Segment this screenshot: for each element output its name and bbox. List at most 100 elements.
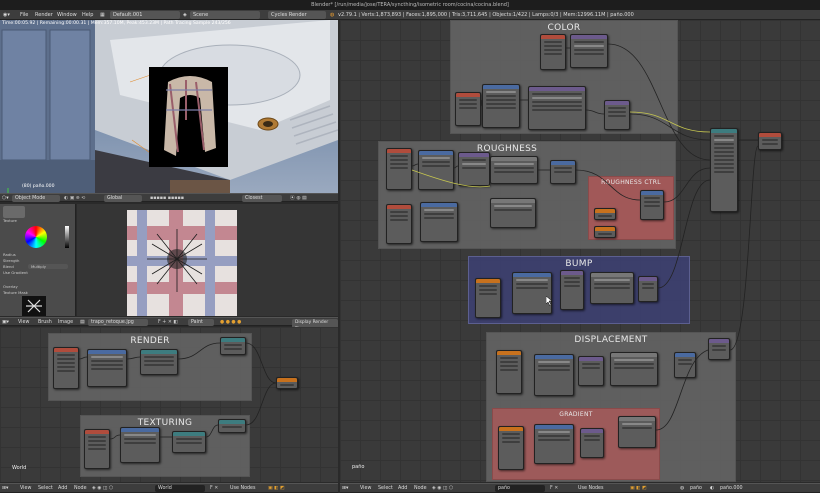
mapping-node-2[interactable] <box>120 427 160 463</box>
bump-colorramp-node[interactable] <box>590 272 634 304</box>
world-menu-view[interactable]: View <box>20 485 31 492</box>
paint-mode-dropdown[interactable]: Paint <box>188 319 214 326</box>
viewport-3d[interactable]: Time:00:05.92 | Remaining:00:00.31 | Mem… <box>0 20 338 193</box>
scene-icon[interactable]: ◈ <box>183 11 187 19</box>
bump-texcoord-node[interactable] <box>475 278 501 318</box>
world-datablock-field[interactable]: World <box>155 485 205 492</box>
brush-preview-icon[interactable] <box>3 206 25 218</box>
rough-colorramp-node-2[interactable] <box>490 198 536 228</box>
layer-buttons[interactable]: ▪▪▪▪▪ ▪▪▪▪▪ <box>150 195 184 202</box>
shading-icons[interactable]: ◐ ▣ ⊕ ⟲ <box>64 195 85 202</box>
rough-image-node[interactable] <box>458 152 490 186</box>
world-menu-add[interactable]: Add <box>58 485 67 492</box>
mapping-node[interactable] <box>87 349 127 387</box>
node-editor-type-icon-2[interactable]: ⊞▾ <box>342 485 348 492</box>
menu-window[interactable]: Window <box>57 11 77 19</box>
color-uv-node[interactable] <box>540 34 566 70</box>
menu-image[interactable]: Image <box>58 319 73 326</box>
menu-file[interactable]: File <box>20 11 28 19</box>
background-node[interactable] <box>218 419 246 433</box>
disp-colorramp-node[interactable] <box>610 352 658 386</box>
world-menu-select[interactable]: Select <box>38 485 53 492</box>
object-mode-dropdown[interactable]: Object Mode <box>12 195 60 202</box>
world-output-node[interactable] <box>276 377 298 389</box>
material-sphere-icon[interactable]: ◐ <box>710 485 714 492</box>
material-output-node[interactable] <box>758 132 782 150</box>
color-wheel[interactable] <box>25 226 47 248</box>
bump-image-node[interactable] <box>560 270 584 310</box>
world-menu-node[interactable]: Node <box>74 485 87 492</box>
world-use-nodes-checkbox[interactable]: Use Nodes <box>230 485 256 492</box>
orientation-dropdown[interactable]: Global <box>104 195 142 202</box>
render-engine-dropdown[interactable]: Cycles Render <box>268 11 326 19</box>
scene-field[interactable]: Scene <box>190 11 260 19</box>
principled-bsdf-node[interactable] <box>710 128 738 212</box>
editor-type-icon[interactable]: ▣▾ <box>2 319 9 326</box>
material-slot-label[interactable]: paño <box>690 485 702 492</box>
image-browse-icon[interactable]: ▤ <box>80 319 85 326</box>
texture-mask-panel[interactable]: Texture Mask <box>3 290 28 295</box>
menu-help[interactable]: Help <box>82 11 93 19</box>
disp-mix-node[interactable] <box>708 338 730 360</box>
blender-logo-icon[interactable]: ◉▾ <box>3 11 10 19</box>
mat-datablock-icons[interactable]: F ✕ <box>550 485 558 492</box>
disp-mapping-node[interactable] <box>534 354 574 396</box>
strength-row[interactable]: Strength <box>3 258 19 263</box>
rough-colorramp-node[interactable] <box>490 156 538 184</box>
material-name-label[interactable]: paño.000 <box>720 485 743 492</box>
grad-mapping-node[interactable] <box>534 424 574 464</box>
bump-node[interactable] <box>638 276 658 302</box>
node-editor-type-icon[interactable]: ⊞▾ <box>2 485 8 492</box>
channel-icons[interactable]: ● ● ● ● <box>220 319 241 326</box>
mat-menu-node[interactable]: Node <box>414 485 427 492</box>
rough-texcoord-node-2[interactable] <box>386 204 412 244</box>
light-path-node[interactable] <box>140 349 178 375</box>
snap-target-dropdown[interactable]: Closest <box>242 195 282 202</box>
mat-menu-add[interactable]: Add <box>398 485 407 492</box>
mat-slot-icon[interactable]: ◍ <box>680 485 684 492</box>
rough-ctrl-math-node[interactable] <box>640 190 664 220</box>
image-editor[interactable] <box>77 204 338 316</box>
disp-image-node[interactable] <box>578 356 604 386</box>
mat-shader-type-icons[interactable]: ◈ ◉ ◫ ⬡ <box>432 485 453 492</box>
grad-colorramp-node[interactable] <box>618 416 656 448</box>
world-datablock-icons[interactable]: F ✕ <box>210 485 218 492</box>
menu-view[interactable]: View <box>18 319 29 326</box>
use-gradient-checkbox[interactable]: Use Gradient <box>3 270 28 275</box>
menu-brush[interactable]: Brush <box>38 319 52 326</box>
mat-datablock-field[interactable]: paño <box>495 485 545 492</box>
radius-row[interactable]: Radius <box>3 252 16 257</box>
texture-coordinate-node[interactable] <box>53 347 79 389</box>
mat-menu-view[interactable]: View <box>360 485 371 492</box>
screen-layout-field[interactable]: Default.001 <box>110 11 180 19</box>
rough-ctrl-value-node-2[interactable] <box>594 226 616 238</box>
color-mapping-node[interactable] <box>482 84 520 128</box>
color-image-node[interactable] <box>528 86 586 130</box>
image-name-field[interactable]: trapo_retoque.jpg <box>88 319 148 326</box>
disp-math-node[interactable] <box>674 352 696 378</box>
environment-texture-node[interactable] <box>172 431 206 453</box>
rough-ctrl-value-node[interactable] <box>594 208 616 220</box>
mix-shader-node[interactable] <box>220 337 246 355</box>
world-backdrop-icons[interactable]: ▣ ◧ ◩ <box>268 485 285 492</box>
material-node-editor[interactable]: COLOR ROUGHNESS ROUGHNESS CTRL BUMP DISP… <box>340 20 820 482</box>
rough-math-node[interactable] <box>550 160 576 184</box>
menu-render[interactable]: Render <box>35 11 53 19</box>
blend-dropdown[interactable]: Multiply <box>28 264 68 269</box>
color-mix-node[interactable] <box>604 100 630 130</box>
viewport-type-icon[interactable]: ⬡▾ <box>2 195 9 202</box>
color-image-texture-node[interactable] <box>570 34 608 68</box>
shader-type-icons[interactable]: ◈ ◉ ◫ ⬡ <box>92 485 113 492</box>
mat-backdrop-icons[interactable]: ▣ ◧ ◩ <box>630 485 647 492</box>
grad-texcoord-node[interactable] <box>498 426 524 470</box>
rough-mapping-node[interactable] <box>418 150 454 190</box>
texture-coordinate-node-2[interactable] <box>84 429 110 469</box>
bump-mapping-node[interactable] <box>512 272 552 314</box>
image-action-icons[interactable]: F + ✕ ◧ <box>158 319 178 326</box>
grad-texture-node[interactable] <box>580 428 604 458</box>
render-button-icon[interactable]: ⦿ ◍ ▤ <box>290 195 307 202</box>
color-texcoord-node[interactable] <box>455 92 481 126</box>
mat-use-nodes-checkbox[interactable]: Use Nodes <box>578 485 604 492</box>
screen-icon[interactable]: ▦ <box>100 11 105 19</box>
mat-menu-select[interactable]: Select <box>378 485 393 492</box>
